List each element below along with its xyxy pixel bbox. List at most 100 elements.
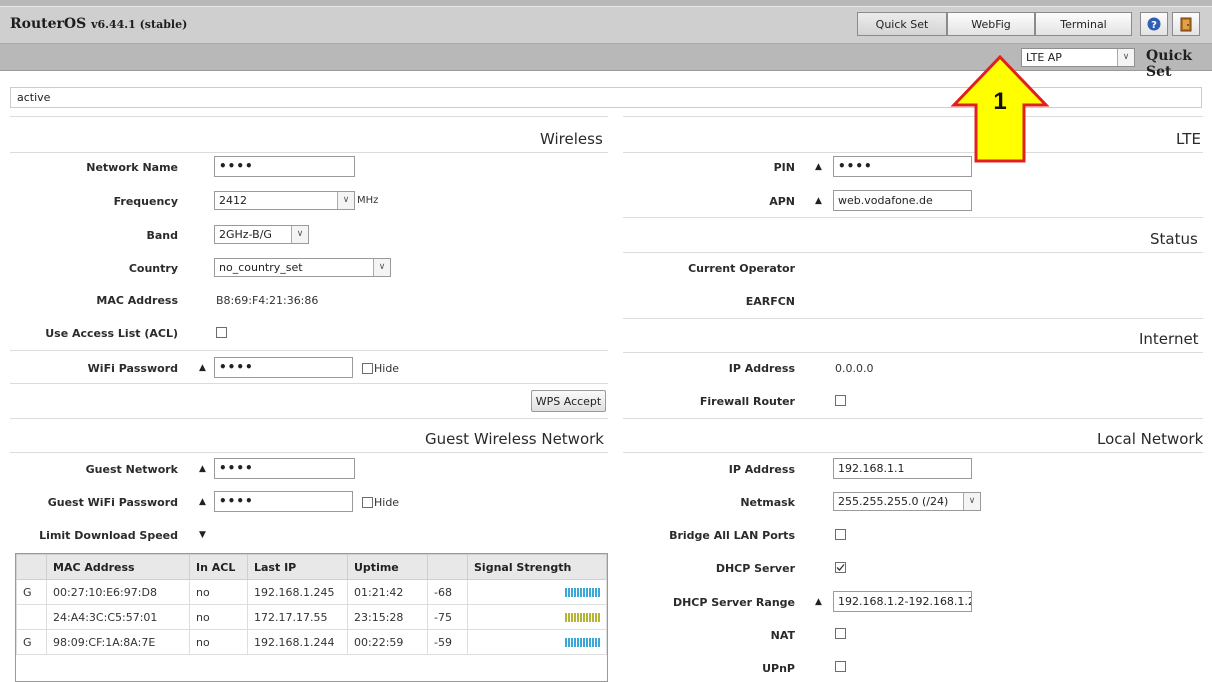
local-network-title: Local Network [1097,430,1204,448]
cell-signal: -68 [427,579,468,605]
acl-checkbox[interactable] [216,327,227,338]
collapse-triangle-icon[interactable]: ▲ [199,363,206,373]
annotation-number: 1 [993,88,1007,115]
column-header[interactable] [16,554,47,580]
divider [623,217,1203,218]
svg-text:?: ? [1151,20,1157,31]
version-label: v6.44.1 (stable) [91,18,188,31]
status-title: Status [1150,230,1198,248]
hide-password-checkbox[interactable] [362,363,373,374]
cell-signal-bar [467,579,607,605]
band-value: 2GHz-B/G [219,228,272,241]
country-value: no_country_set [219,261,303,274]
acl-label: Use Access List (ACL) [45,327,178,340]
cell-mac: 00:27:10:E6:97:D8 [46,579,190,605]
column-header[interactable]: MAC Address [46,554,190,580]
cell-last-ip: 192.168.1.245 [247,579,348,605]
brand-title: RouterOS v6.44.1 (stable) [10,16,187,32]
quick-set-button[interactable]: Quick Set [857,12,947,36]
hide-label: Hide [374,362,400,375]
chevron-down-icon: ∨ [1117,49,1134,66]
webfig-button[interactable]: WebFig [947,12,1035,36]
column-header[interactable] [427,554,468,580]
wps-accept-button[interactable]: WPS Accept [531,390,606,412]
band-label: Band [146,229,178,242]
nat-checkbox[interactable] [835,628,846,639]
help-button[interactable]: ? [1140,12,1168,36]
dhcp-server-checkbox[interactable] [835,562,846,573]
divider [623,116,1203,117]
wifi-password-input[interactable]: •••• [214,357,353,378]
collapse-triangle-icon[interactable]: ▲ [815,597,822,607]
bridge-lan-label: Bridge All LAN Ports [669,529,795,542]
table-row[interactable]: G 00:27:10:E6:97:D8 no 192.168.1.245 01:… [16,579,607,605]
table-header-row: MAC Address In ACL Last IP Uptime Signal… [16,554,607,580]
nat-label: NAT [770,629,795,642]
quick-set-title: Quick Set [1146,48,1192,80]
signal-strength-bar [565,588,600,597]
column-header[interactable]: Last IP [247,554,348,580]
collapse-triangle-icon[interactable]: ▲ [199,497,206,507]
checkmark-icon [836,564,845,571]
divider [10,452,608,453]
guest-password-label: Guest WiFi Password [47,496,178,509]
cell-last-ip: 192.168.1.244 [247,629,348,655]
wifi-password-label: WiFi Password [87,362,178,375]
firewall-router-checkbox[interactable] [835,395,846,406]
network-name-input[interactable]: •••• [214,156,355,177]
cell-signal: -59 [427,629,468,655]
guest-password-input[interactable]: •••• [214,491,353,512]
country-label: Country [128,262,178,275]
cell-in-acl: no [189,629,248,655]
mac-address-label: MAC Address [96,294,178,307]
column-header[interactable]: Signal Strength [467,554,607,580]
divider [623,418,1203,419]
netmask-select[interactable]: 255.255.255.0 (/24) ∨ [833,492,981,511]
local-ip-input[interactable]: 192.168.1.1 [833,458,972,479]
guest-hide-checkbox[interactable] [362,497,373,508]
divider [623,318,1203,319]
cell-last-ip: 172.17.17.55 [247,604,348,630]
chevron-down-icon: ∨ [963,493,980,510]
band-select[interactable]: 2GHz-B/G ∨ [214,225,309,244]
pin-label: PIN [773,161,795,174]
logout-icon [1180,17,1192,31]
collapse-triangle-icon[interactable]: ▲ [815,162,822,172]
table-row[interactable]: G 98:09:CF:1A:8A:7E no 192.168.1.244 00:… [16,629,607,655]
signal-strength-bar [565,638,600,647]
cell-signal-bar [467,629,607,655]
earfcn-label: EARFCN [745,295,795,308]
expand-triangle-icon[interactable]: ▼ [199,530,206,540]
cell-uptime: 01:21:42 [347,579,428,605]
collapse-triangle-icon[interactable]: ▲ [199,464,206,474]
divider [623,252,1203,253]
cell-mac: 24:A4:3C:C5:57:01 [46,604,190,630]
wireless-title: Wireless [540,130,603,148]
cell-in-acl: no [189,579,248,605]
table-row[interactable]: 24:A4:3C:C5:57:01 no 172.17.17.55 23:15:… [16,604,607,630]
frequency-value: 2412 [219,194,247,207]
dhcp-range-input[interactable]: 192.168.1.2-192.168.1.2 [833,591,972,612]
frequency-select[interactable]: 2412 ∨ [214,191,355,210]
terminal-button[interactable]: Terminal [1035,12,1132,36]
column-header[interactable]: In ACL [189,554,248,580]
logout-button[interactable] [1172,12,1200,36]
chevron-down-icon: ∨ [337,192,354,209]
cell-signal-bar [467,604,607,630]
netmask-label: Netmask [740,496,795,509]
internet-ip-label: IP Address [728,362,795,375]
collapse-triangle-icon[interactable]: ▲ [815,196,822,206]
column-header[interactable]: Uptime [347,554,428,580]
apn-input[interactable]: web.vodafone.de [833,190,972,211]
frequency-unit: MHz [357,195,379,206]
bridge-lan-checkbox[interactable] [835,529,846,540]
cell-flag: G [16,579,47,605]
apn-label: APN [769,195,795,208]
divider [623,452,1203,453]
cell-signal: -75 [427,604,468,630]
upnp-checkbox[interactable] [835,661,846,672]
clients-table-container: MAC Address In ACL Last IP Uptime Signal… [15,553,608,682]
chevron-down-icon: ∨ [373,259,390,276]
country-select[interactable]: no_country_set ∨ [214,258,391,277]
guest-network-input[interactable]: •••• [214,458,355,479]
